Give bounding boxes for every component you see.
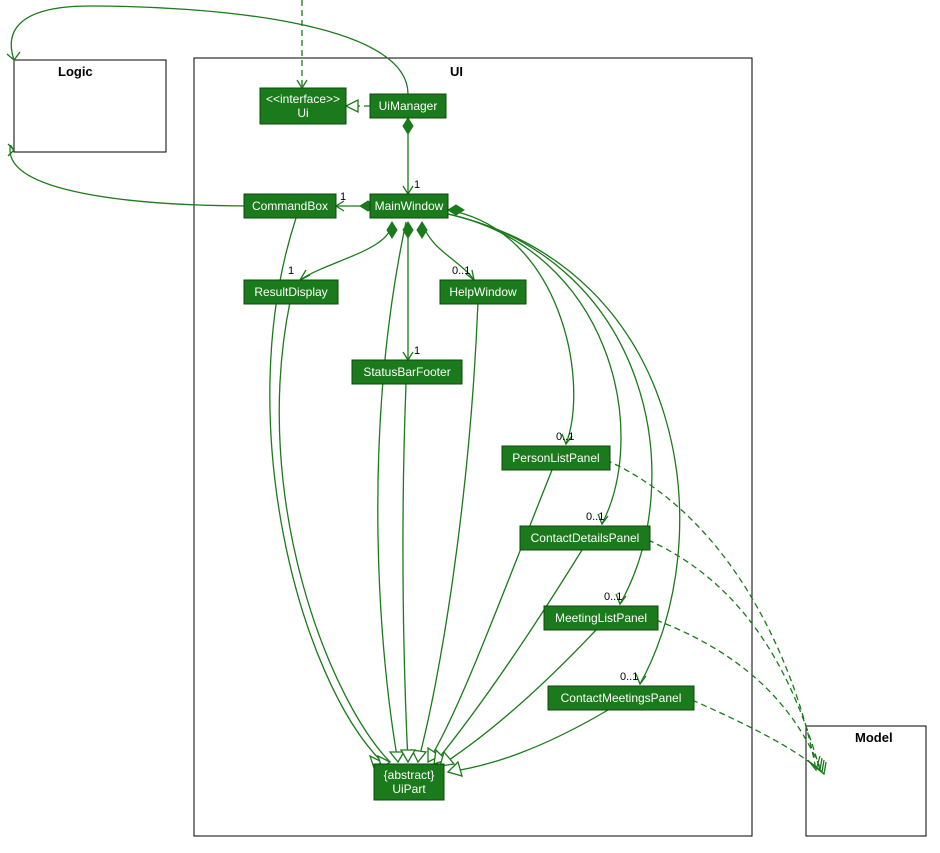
mult-contactdetails: 0..1 bbox=[586, 511, 604, 523]
node-meetinglist-name: MeetingListPanel bbox=[555, 611, 647, 625]
node-resultdisplay-name: ResultDisplay bbox=[254, 285, 327, 299]
package-model-label: Model bbox=[855, 730, 893, 745]
node-contactmeetings-name: ContactMeetingsPanel bbox=[561, 691, 682, 705]
node-helpwindow: HelpWindow bbox=[440, 280, 526, 304]
package-model: Model bbox=[806, 726, 926, 836]
node-mainwindow: MainWindow bbox=[370, 194, 448, 218]
node-commandbox: CommandBox bbox=[244, 194, 336, 218]
node-resultdisplay: ResultDisplay bbox=[244, 280, 338, 304]
node-contactdetails-name: ContactDetailsPanel bbox=[531, 531, 640, 545]
node-uipart: {abstract} UiPart bbox=[374, 764, 444, 800]
package-logic: Logic bbox=[14, 60, 166, 152]
node-meetinglist: MeetingListPanel bbox=[544, 606, 658, 630]
node-ui-interface-stereotype: <<interface>> bbox=[266, 92, 340, 106]
node-helpwindow-name: HelpWindow bbox=[449, 285, 517, 299]
node-uimanager: UiManager bbox=[370, 94, 446, 118]
node-contactmeetings: ContactMeetingsPanel bbox=[548, 686, 694, 710]
node-ui-interface-name: Ui bbox=[297, 106, 308, 120]
node-commandbox-name: CommandBox bbox=[252, 199, 328, 213]
node-statusbar-name: StatusBarFooter bbox=[363, 365, 450, 379]
mult-resultdisplay: 1 bbox=[288, 265, 294, 277]
node-uipart-stereotype: {abstract} bbox=[384, 768, 435, 782]
mult-commandbox: 1 bbox=[340, 191, 346, 203]
mult-statusbar: 1 bbox=[414, 345, 420, 357]
mult-helpwindow: 0..1 bbox=[452, 265, 470, 277]
node-contactdetails: ContactDetailsPanel bbox=[520, 526, 650, 550]
node-ui-interface: <<interface>> Ui bbox=[260, 88, 346, 124]
node-statusbar: StatusBarFooter bbox=[352, 360, 462, 384]
node-mainwindow-name: MainWindow bbox=[375, 199, 444, 213]
node-uimanager-name: UiManager bbox=[379, 99, 438, 113]
package-ui: UI bbox=[194, 58, 752, 836]
package-logic-label: Logic bbox=[58, 64, 93, 79]
package-ui-label: UI bbox=[450, 64, 463, 79]
node-uipart-name: UiPart bbox=[392, 782, 426, 796]
arrowhead-uimanager-logic bbox=[7, 52, 20, 60]
mult-personlist: 0..1 bbox=[556, 431, 574, 443]
node-personlist-name: PersonListPanel bbox=[512, 451, 599, 465]
node-personlist: PersonListPanel bbox=[502, 446, 610, 470]
mult-meetinglist: 0..1 bbox=[604, 591, 622, 603]
mult-mainwindow: 1 bbox=[414, 179, 420, 191]
mult-contactmeetings: 0..1 bbox=[620, 671, 638, 683]
